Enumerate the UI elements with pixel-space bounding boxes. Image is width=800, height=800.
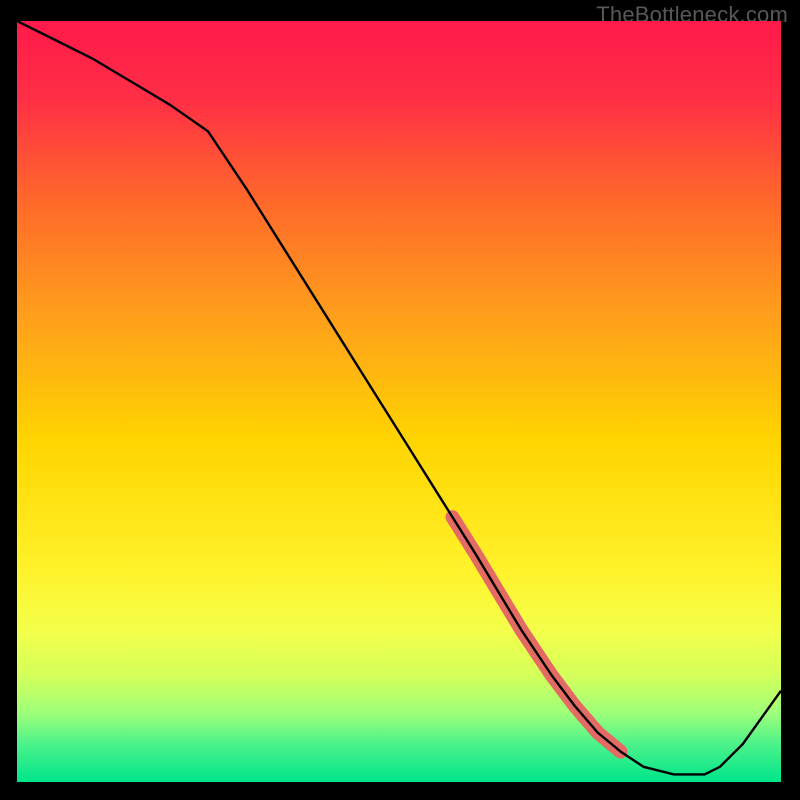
chart-svg [17,21,781,782]
plot-area [17,21,781,782]
gradient-background [17,21,781,782]
chart-container: TheBottleneck.com [0,0,800,800]
